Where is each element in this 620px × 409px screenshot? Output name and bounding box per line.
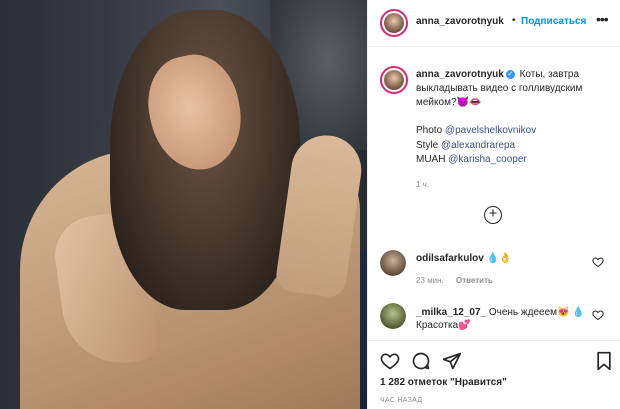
credit-style: Style @alexandrarepa: [416, 140, 515, 151]
comment-time[interactable]: 23 мин.: [416, 276, 444, 285]
comment-icon[interactable]: [411, 351, 431, 371]
post-sidebar: anna_zavorotnyuk • Подписаться ••• anna_…: [367, 0, 620, 409]
heart-icon[interactable]: [380, 351, 400, 371]
likes-count[interactable]: 1 282 отметок "Нравится": [380, 377, 507, 388]
follow-button[interactable]: Подписаться: [521, 16, 586, 27]
credit-link[interactable]: @karisha_cooper: [448, 154, 527, 165]
comment-text: 💧👌: [486, 253, 512, 264]
credit-muah: MUAH @karisha_cooper: [416, 154, 527, 165]
reply-button[interactable]: Ответить: [456, 276, 493, 285]
author-avatar[interactable]: [380, 9, 408, 37]
action-bar: [368, 340, 620, 381]
post-photo[interactable]: [0, 0, 367, 409]
commenter-avatar[interactable]: [380, 250, 406, 276]
comment-like-heart-icon[interactable]: [592, 256, 604, 268]
comment-like-heart-icon[interactable]: [592, 309, 604, 321]
post-timestamp[interactable]: ЧАС НАЗАД: [380, 397, 422, 404]
verified-badge-icon: ✓: [505, 69, 515, 79]
caption-avatar[interactable]: [380, 66, 408, 94]
credit-label: Style: [416, 140, 442, 151]
comment-meta: 23 мин. Ответить: [416, 276, 503, 285]
author-username[interactable]: anna_zavorotnyuk: [416, 16, 504, 27]
caption-time[interactable]: 1 ч.: [416, 180, 429, 189]
credit-link[interactable]: @pavelshelkovnikov: [445, 125, 536, 136]
separator-dot: •: [512, 15, 516, 26]
comment-username[interactable]: _milka_12_07_: [416, 307, 486, 318]
comment-username[interactable]: odilsafarkulov: [416, 253, 484, 264]
bookmark-icon[interactable]: [594, 351, 614, 371]
instagram-post: anna_zavorotnyuk • Подписаться ••• anna_…: [0, 0, 620, 409]
caption-username[interactable]: anna_zavorotnyuk: [416, 69, 504, 80]
commenter-avatar[interactable]: [380, 303, 406, 329]
load-more-comments-button[interactable]: +: [484, 206, 502, 224]
post-header: anna_zavorotnyuk • Подписаться •••: [368, 0, 620, 47]
more-options-icon[interactable]: •••: [596, 11, 609, 27]
credit-photo: Photo @pavelshelkovnikov: [416, 125, 536, 136]
comment-body: odilsafarkulov 💧👌: [416, 252, 512, 265]
comment-body: _milka_12_07_ Очень ждееем😻 💧Красотка💕: [416, 306, 586, 332]
credit-link[interactable]: @alexandrarepa: [441, 140, 515, 151]
credit-label: MUAH: [416, 154, 449, 165]
share-icon[interactable]: [442, 351, 462, 371]
credit-label: Photo: [416, 125, 445, 136]
caption-text-block: anna_zavorotnyuk ✓ Коты, завтра выкладыва…: [416, 68, 606, 110]
